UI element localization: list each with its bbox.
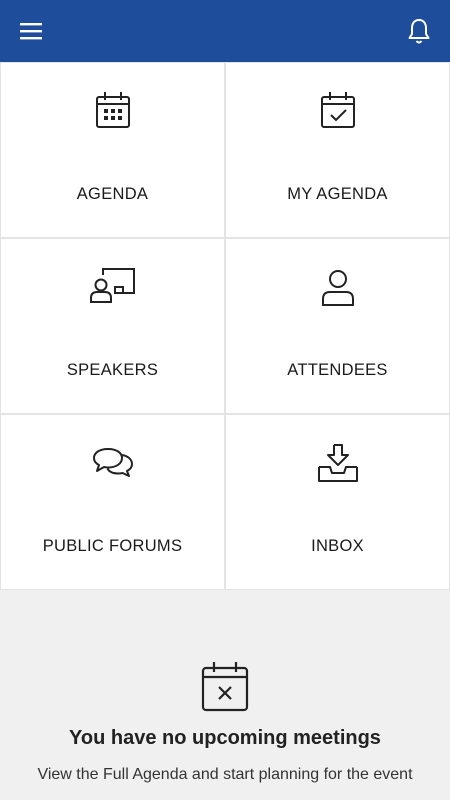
inbox-tile[interactable]: INBOX — [226, 415, 449, 589]
empty-state-title: You have no upcoming meetings — [69, 727, 381, 749]
inbox-download-icon — [316, 441, 360, 485]
my-agenda-tile[interactable]: MY AGENDA — [226, 63, 449, 237]
notifications-button[interactable] — [404, 16, 434, 46]
top-app-bar — [0, 0, 450, 62]
tile-label-inbox: INBOX — [311, 537, 364, 555]
tile-label-attendees: ATTENDEES — [287, 361, 388, 379]
empty-state-description: View the Full Agenda and start planning … — [37, 766, 413, 783]
tile-label-my-agenda: MY AGENDA — [287, 185, 388, 203]
menu-button[interactable] — [16, 16, 46, 46]
tile-label-agenda: AGENDA — [76, 185, 149, 203]
public-forums-tile[interactable]: PUBLIC FORUMS — [1, 415, 224, 589]
presenter-board-icon — [89, 265, 137, 309]
attendees-tile[interactable]: ATTENDEES — [226, 239, 449, 413]
person-icon — [316, 265, 360, 309]
agenda-tile[interactable]: AGENDA — [1, 63, 224, 237]
calendar-grid-icon — [91, 89, 135, 133]
upcoming-meetings-empty-state: You have no upcoming meetings View the F… — [0, 590, 450, 800]
calendar-x-icon — [200, 660, 250, 712]
tile-label-public-forums: PUBLIC FORUMS — [42, 537, 183, 555]
hamburger-menu-icon — [20, 23, 42, 40]
speakers-tile[interactable]: SPEAKERS — [1, 239, 224, 413]
chat-bubbles-icon — [91, 441, 135, 485]
calendar-check-icon — [316, 89, 360, 133]
tile-label-speakers: SPEAKERS — [66, 361, 159, 379]
bell-icon — [408, 19, 430, 44]
feature-grid: AGENDA MY AGENDA SPEAKERS ATTENDEES PUBL… — [0, 62, 450, 590]
